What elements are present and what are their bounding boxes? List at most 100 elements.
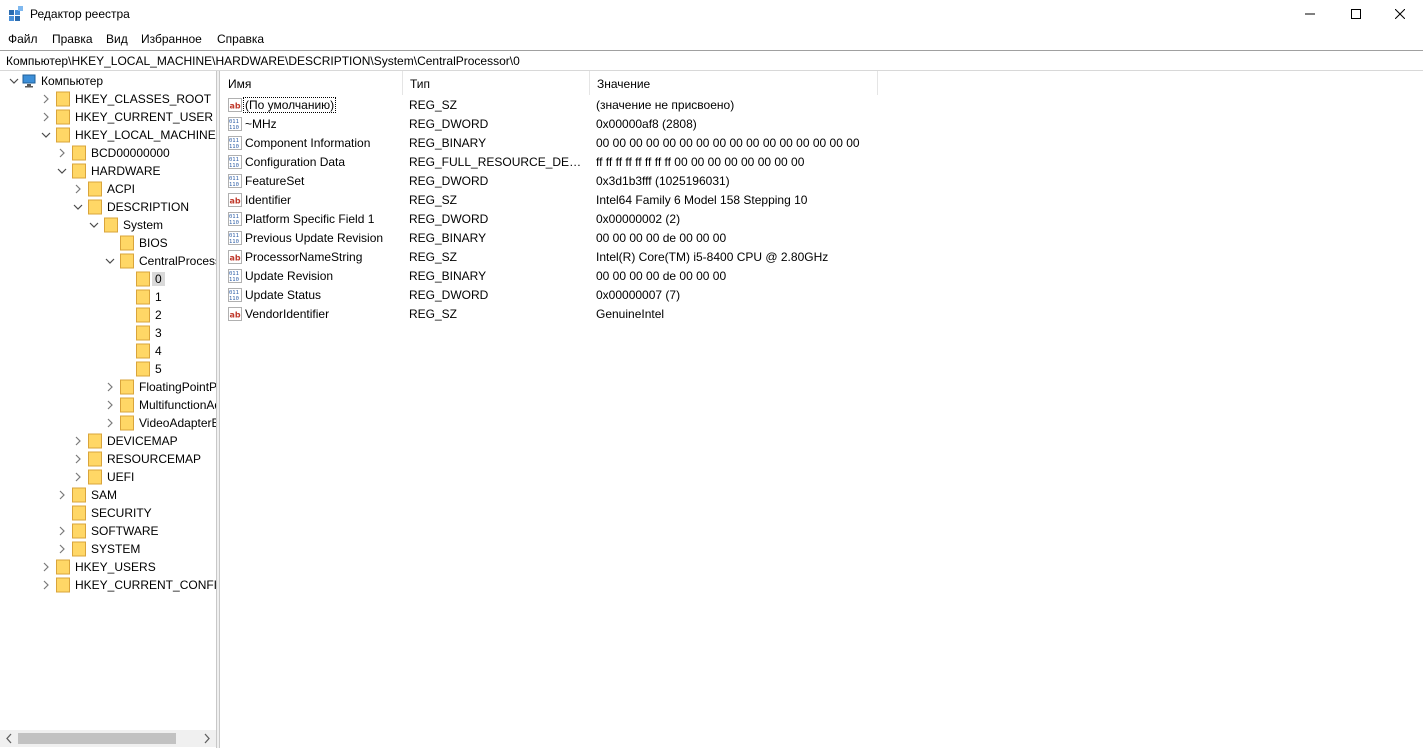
- svg-text:110: 110: [229, 220, 239, 226]
- tree-item-label: RESOURCEMAP: [107, 452, 202, 466]
- column-header-name[interactable]: Имя: [221, 71, 403, 95]
- chevron-right-icon[interactable]: [104, 399, 116, 411]
- svg-text:110: 110: [229, 277, 239, 283]
- folder-icon: [120, 397, 134, 413]
- folder-icon: [88, 199, 102, 215]
- chevron-right-icon[interactable]: [56, 543, 68, 555]
- regedit-app-icon: [9, 6, 23, 21]
- value-row[interactable]: 011 110 ~MHz REG_DWORD 0x00000af8 (2808): [221, 115, 1423, 134]
- maximize-icon: [1351, 9, 1361, 19]
- menu-view[interactable]: Вид: [106, 32, 128, 46]
- value-row[interactable]: 011 110 FeatureSet REG_DWORD 0x3d1b3fff (102…: [221, 172, 1423, 191]
- chevron-right-icon[interactable]: [56, 147, 68, 159]
- minimize-icon: [1305, 13, 1315, 15]
- svg-text:110: 110: [229, 182, 239, 188]
- key-tree-pane[interactable]: Компьютер HKEY_CLASSES_ROOT HKEY_CURRENT_U…: [0, 71, 216, 748]
- value-name: ProcessorNameString: [245, 250, 363, 264]
- chevron-right-icon[interactable]: [40, 111, 52, 123]
- chevron-down-icon[interactable]: [72, 201, 84, 213]
- close-button[interactable]: [1377, 0, 1423, 28]
- address-path[interactable]: Компьютер\HKEY_LOCAL_MACHINE\HARDWARE\DE…: [6, 54, 520, 68]
- minimize-button[interactable]: [1287, 0, 1333, 28]
- value-data: Intel64 Family 6 Model 158 Stepping 10: [596, 193, 808, 207]
- value-data: 0x3d1b3fff (1025196031): [596, 174, 730, 188]
- value-row[interactable]: ab ProcessorNameString REG_SZ Intel(R) Core…: [221, 248, 1423, 267]
- menu-favorites[interactable]: Избранное: [141, 32, 202, 46]
- tree-item-label: CentralProcessor: [139, 254, 216, 268]
- address-bar[interactable]: Компьютер\HKEY_LOCAL_MACHINE\HARDWARE\DE…: [0, 50, 1423, 71]
- menu-help[interactable]: Справка: [217, 32, 264, 46]
- tree-item-label: DEVICEMAP: [107, 434, 178, 448]
- chevron-right-icon[interactable]: [104, 417, 116, 429]
- chevron-right-icon[interactable]: [72, 183, 84, 195]
- maximize-button[interactable]: [1333, 0, 1379, 28]
- tree-item-label: 0: [152, 272, 165, 286]
- folder-icon: [72, 145, 86, 161]
- tree-item-label: HKEY_CURRENT_CONFIG: [75, 578, 216, 592]
- svg-text:ab: ab: [230, 311, 241, 320]
- value-type: REG_SZ: [409, 193, 458, 207]
- chevron-right-icon[interactable]: [40, 93, 52, 105]
- tree-horizontal-scrollbar[interactable]: [0, 730, 216, 747]
- value-row[interactable]: ab (По умолчанию) REG_SZ (значение не присв…: [221, 96, 1423, 115]
- value-row[interactable]: 011 110 Configuration Data REG_FULL_RESOURC…: [221, 153, 1423, 172]
- value-data: 00 00 00 00 de 00 00 00: [596, 269, 727, 283]
- svg-text:110: 110: [229, 296, 239, 302]
- value-row[interactable]: 011 110 Update Revision REG_BINARY 00 00 00 …: [221, 267, 1423, 286]
- value-row[interactable]: 011 110 Component Information REG_BINARY 00 …: [221, 134, 1423, 153]
- pane-splitter[interactable]: [216, 71, 220, 748]
- tree-item-label: SAM: [91, 488, 118, 502]
- binary-value-icon: 011110: [228, 155, 242, 169]
- chevron-down-icon[interactable]: [56, 165, 68, 177]
- column-header-name-label: Имя: [228, 77, 252, 91]
- scroll-left-icon[interactable]: [3, 732, 15, 745]
- folder-icon: [120, 235, 134, 251]
- chevron-right-icon[interactable]: [40, 561, 52, 573]
- scroll-thumb[interactable]: [18, 733, 176, 744]
- value-name: Configuration Data: [245, 155, 346, 169]
- chevron-right-icon[interactable]: [104, 381, 116, 393]
- folder-icon: [88, 451, 102, 467]
- value-row[interactable]: 011 110 Update Status REG_DWORD 0x00000007 (…: [221, 286, 1423, 305]
- chevron-down-icon[interactable]: [40, 129, 52, 141]
- folder-icon: [72, 163, 86, 179]
- chevron-right-icon[interactable]: [40, 579, 52, 591]
- value-type: REG_SZ: [409, 98, 458, 112]
- chevron-right-icon[interactable]: [72, 471, 84, 483]
- value-name: Identifier: [245, 193, 292, 207]
- tree-item-label: 2: [155, 308, 162, 322]
- folder-icon: [72, 523, 86, 539]
- tree-item-label: HKEY_CURRENT_USER: [75, 110, 214, 124]
- tree-item-label: SECURITY: [91, 506, 152, 520]
- value-row[interactable]: 011 110 Platform Specific Field 1 REG_DWORD…: [221, 210, 1423, 229]
- column-header-type[interactable]: Тип: [403, 71, 590, 95]
- chevron-right-icon[interactable]: [56, 525, 68, 537]
- folder-icon: [136, 289, 150, 305]
- value-type: REG_BINARY: [409, 136, 487, 150]
- tree-item-label: SOFTWARE: [91, 524, 159, 538]
- chevron-right-icon[interactable]: [72, 453, 84, 465]
- binary-value-icon: 011110: [228, 212, 242, 226]
- value-row[interactable]: 011 110 Previous Update Revision REG_BINARY…: [221, 229, 1423, 248]
- value-name: Update Revision: [245, 269, 334, 283]
- folder-icon: [56, 559, 70, 575]
- menu-file[interactable]: Файл: [8, 32, 38, 46]
- chevron-down-icon[interactable]: [104, 255, 116, 267]
- value-name: (По умолчанию): [242, 97, 337, 113]
- menu-edit[interactable]: Правка: [52, 32, 93, 46]
- chevron-down-icon[interactable]: [88, 219, 100, 231]
- column-header-data[interactable]: Значение: [590, 71, 878, 95]
- value-data: 0x00000007 (7): [596, 288, 681, 302]
- chevron-right-icon[interactable]: [72, 435, 84, 447]
- chevron-down-icon[interactable]: [8, 75, 20, 87]
- value-type: REG_DWORD: [409, 212, 489, 226]
- value-type: REG_SZ: [409, 250, 458, 264]
- value-row[interactable]: ab VendorIdentifier REG_SZ GenuineIntel: [221, 305, 1423, 324]
- chevron-right-icon[interactable]: [56, 489, 68, 501]
- folder-icon: [120, 379, 134, 395]
- value-row[interactable]: ab Identifier REG_SZ Intel64 Family 6 Model…: [221, 191, 1423, 210]
- values-list-pane[interactable]: Имя Тип Значение ab (По умолчанию) REG_SZ(…: [221, 71, 1423, 748]
- scroll-right-icon[interactable]: [201, 732, 213, 745]
- tree-item-label: HKEY_LOCAL_MACHINE: [75, 128, 216, 142]
- folder-icon: [88, 433, 102, 449]
